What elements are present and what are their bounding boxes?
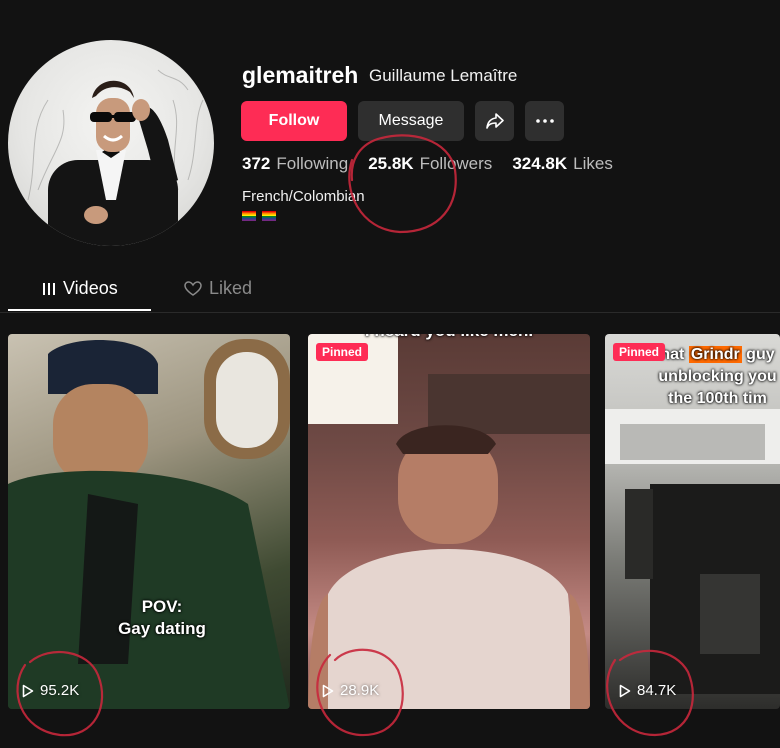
avatar-photo: [27, 69, 204, 246]
following-count: 372: [242, 154, 271, 173]
bio-text: French/Colombian: [242, 188, 365, 205]
more-icon: [535, 119, 554, 123]
video-caption: hat Grindr guy unblocking you the 100th …: [645, 344, 780, 410]
followers-count: 25.8K: [368, 154, 414, 173]
play-icon: [619, 684, 631, 697]
video-grid: POV:Gay dating 95.2K I heard you like me…: [0, 334, 780, 709]
display-name: Guillaume Lemaître: [369, 66, 518, 85]
video-card[interactable]: hat Grindr guy unblocking you the 100th …: [605, 334, 780, 709]
username: glemaitreh: [242, 62, 359, 88]
view-count: 28.9K: [322, 682, 379, 699]
following-stat[interactable]: 372 Following: [242, 154, 348, 174]
caption-highlight: Grindr: [688, 346, 742, 363]
pinned-badge: Pinned: [316, 343, 369, 361]
view-count-value: 84.7K: [637, 682, 677, 699]
caption-line: POV: Gay dating: [118, 597, 206, 638]
play-icon: [22, 684, 34, 697]
likes-count: 324.8K: [512, 154, 568, 173]
followers-stat[interactable]: 25.8K Followers: [368, 154, 492, 174]
view-count-value: 28.9K: [340, 682, 380, 699]
share-icon: [485, 113, 504, 129]
tab-videos[interactable]: Videos: [42, 278, 118, 299]
pinned-badge: Pinned: [613, 343, 666, 361]
follow-button[interactable]: Follow: [241, 101, 347, 141]
likes-stat: 324.8K Likes: [512, 154, 613, 174]
video-thumbnail: [308, 334, 590, 709]
view-count: 95.2K: [22, 682, 79, 699]
profile-stats: 372 Following 25.8K Followers 324.8K Likes: [242, 154, 613, 174]
more-button[interactable]: [525, 101, 564, 141]
view-count: 84.7K: [619, 682, 676, 699]
heart-lock-icon: [184, 280, 202, 296]
grid-icon: [43, 282, 55, 295]
avatar[interactable]: [8, 40, 214, 246]
share-button[interactable]: [475, 101, 514, 141]
video-caption: I heard you like men.: [308, 334, 590, 342]
video-card[interactable]: POV: Gay dating 95.2K: [8, 334, 290, 709]
message-button[interactable]: Message: [358, 101, 464, 141]
active-tab-indicator: [8, 309, 151, 311]
rainbow-flag-icon: [262, 211, 276, 221]
profile-tabs: Videos Liked: [0, 270, 780, 313]
annotation-circle: [348, 134, 457, 234]
video-thumbnail: [8, 339, 290, 709]
bio-emoji: [242, 211, 276, 221]
view-count-value: 95.2K: [40, 682, 80, 699]
video-card[interactable]: I heard you like men. Pinned 28.9K: [308, 334, 590, 709]
tab-liked-label: Liked: [209, 278, 253, 298]
following-label: Following: [276, 154, 349, 173]
video-caption: POV: Gay dating: [102, 596, 222, 640]
likes-label: Likes: [573, 154, 613, 173]
followers-label: Followers: [419, 154, 493, 173]
play-icon: [322, 684, 334, 697]
tab-videos-label: Videos: [63, 278, 118, 298]
tab-liked[interactable]: Liked: [184, 278, 252, 299]
rainbow-flag-icon: [242, 211, 256, 221]
